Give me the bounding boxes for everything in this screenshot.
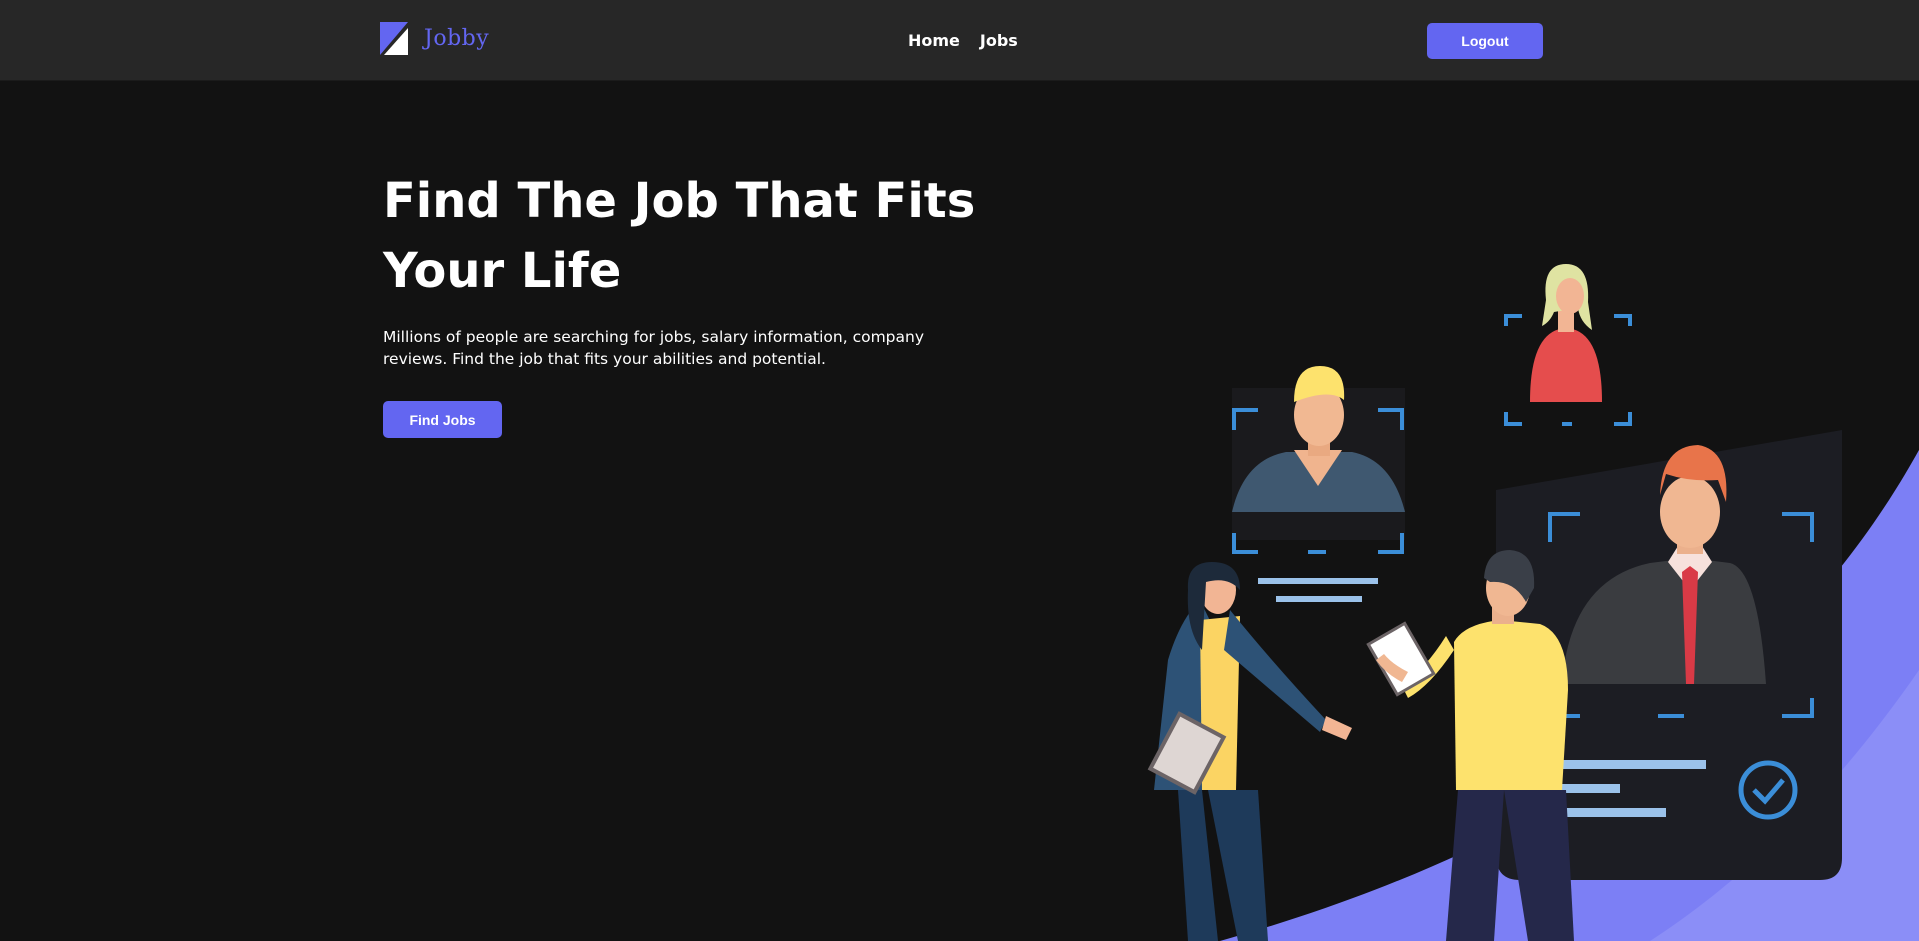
recruiter-woman-figure <box>1147 562 1352 941</box>
find-jobs-button[interactable]: Find Jobs <box>383 401 502 438</box>
brand-logo-link[interactable]: Jobby <box>380 22 489 55</box>
hero-title: Find The Job That Fits Your Life <box>383 173 976 299</box>
hero-description: Millions of people are searching for job… <box>383 328 925 368</box>
nav-link-home[interactable]: Home <box>908 31 960 50</box>
candidate-card-man <box>1232 366 1405 602</box>
navbar: Jobby Home Jobs Logout <box>0 0 1919 81</box>
brand-name: Jobby <box>424 26 490 51</box>
hiring-illustration <box>1147 264 1919 941</box>
nav-links: Home Jobs <box>908 31 1018 50</box>
nav-link-jobs[interactable]: Jobs <box>980 31 1018 50</box>
candidate-card-woman <box>1504 264 1632 426</box>
logout-button[interactable]: Logout <box>1427 23 1543 59</box>
brand-logo-icon <box>380 22 408 55</box>
